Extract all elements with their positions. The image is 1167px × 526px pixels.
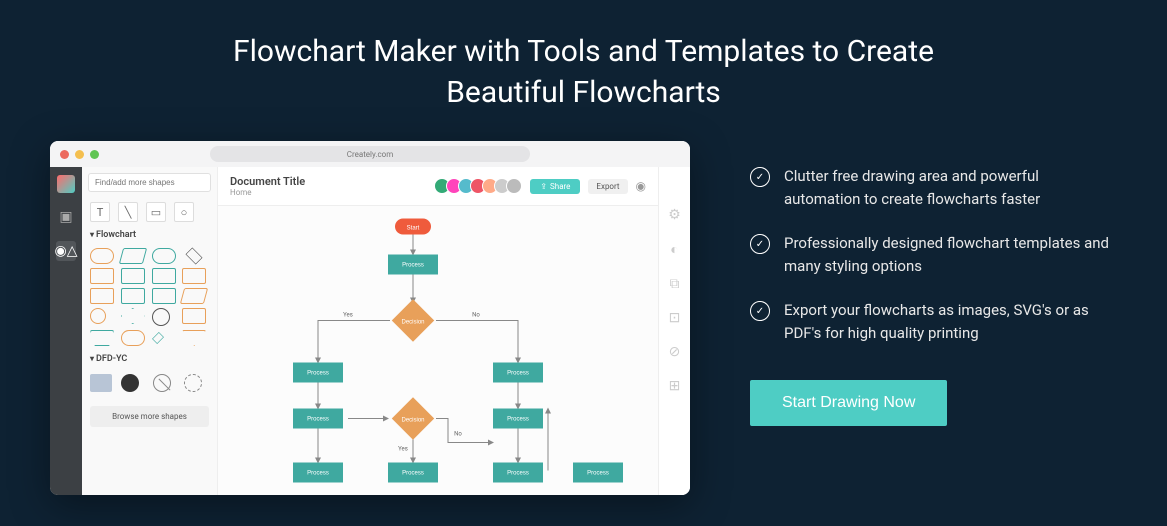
shape-data-icon[interactable] <box>119 248 147 264</box>
visibility-icon[interactable]: ◉ <box>636 179 646 193</box>
shape-alt-icon[interactable] <box>90 288 114 304</box>
feature-text: Export your flowcharts as images, SVG's … <box>784 299 1117 344</box>
svg-text:Process: Process <box>307 471 329 477</box>
feature-text: Professionally designed flowchart templa… <box>784 232 1117 277</box>
shape-card-icon[interactable] <box>182 268 206 284</box>
dfd-store-icon[interactable] <box>153 374 171 392</box>
maximize-icon <box>90 150 99 159</box>
document-title[interactable]: Document Title <box>230 175 430 188</box>
shape-subr-icon[interactable] <box>152 268 176 284</box>
category-dfd[interactable]: DFD-YC <box>82 350 217 368</box>
svg-text:Start: Start <box>407 226 420 232</box>
layers-icon[interactable]: ⧉ <box>670 276 680 292</box>
svg-text:Decision: Decision <box>401 418 424 424</box>
shape-para-icon[interactable] <box>180 288 208 304</box>
feature-item: ✓ Clutter free drawing area and powerful… <box>750 165 1117 210</box>
share-button[interactable]: ⇪Share <box>530 179 580 194</box>
export-button[interactable]: Export <box>588 179 627 194</box>
window-titlebar: Creately.com <box>50 141 690 167</box>
close-icon <box>60 150 69 159</box>
dfd-flow-icon[interactable] <box>184 374 202 392</box>
shape-pill-icon[interactable] <box>152 248 176 264</box>
svg-text:Process: Process <box>587 471 609 477</box>
svg-text:No: No <box>472 312 480 319</box>
svg-text:Process: Process <box>402 263 424 269</box>
shape-extract-icon[interactable] <box>182 330 206 346</box>
ellipse-tool-icon[interactable]: ○ <box>174 202 194 222</box>
flowchart-shapes <box>82 244 217 350</box>
shape-db-icon[interactable] <box>152 308 170 326</box>
shape-prep-icon[interactable] <box>152 332 164 344</box>
line-tool-icon[interactable]: ╲ <box>118 202 138 222</box>
feature-item: ✓ Professionally designed flowchart temp… <box>750 232 1117 277</box>
shape-terminator-icon[interactable] <box>90 248 114 264</box>
shapes-sidebar: T ╲ ▭ ○ Flowchart <box>82 167 218 495</box>
svg-text:Process: Process <box>307 371 329 377</box>
svg-text:Process: Process <box>507 417 529 423</box>
text-tool-icon[interactable]: T <box>90 202 110 222</box>
grid-icon[interactable]: ⊞ <box>669 378 681 394</box>
dfd-entity-icon[interactable] <box>90 374 112 392</box>
feature-text: Clutter free drawing area and powerful a… <box>784 165 1117 210</box>
breadcrumb[interactable]: Home <box>230 188 430 197</box>
category-flowchart[interactable]: Flowchart <box>82 226 217 244</box>
start-drawing-button[interactable]: Start Drawing Now <box>750 380 947 426</box>
check-icon: ✓ <box>750 167 770 187</box>
svg-text:Process: Process <box>507 471 529 477</box>
avatar[interactable] <box>506 178 522 194</box>
app-logo-icon <box>57 175 75 193</box>
right-rail: ⚙ ◐ ⧉ ⊡ ⊘ ⊞ <box>658 167 690 495</box>
feature-item: ✓ Export your flowcharts as images, SVG'… <box>750 299 1117 344</box>
page-title: Flowchart Maker with Tools and Templates… <box>224 32 944 113</box>
shape-rect-icon[interactable] <box>121 268 145 284</box>
svg-text:Yes: Yes <box>343 312 353 319</box>
lock-icon[interactable]: ⊡ <box>669 310 681 326</box>
shape-doc-icon[interactable] <box>121 288 145 304</box>
rect-tool-icon[interactable]: ▭ <box>146 202 166 222</box>
svg-text:Process: Process <box>307 417 329 423</box>
url-bar: Creately.com <box>210 146 530 162</box>
svg-text:Process: Process <box>507 371 529 377</box>
document-header: Document Title Home ⇪Share Export ◉ <box>218 167 658 205</box>
svg-text:No: No <box>454 431 462 438</box>
svg-text:Yes: Yes <box>398 446 408 453</box>
shape-decision-icon[interactable] <box>186 248 203 265</box>
shape-delay-icon[interactable] <box>182 308 206 324</box>
collaborator-avatars <box>438 178 522 194</box>
shape-process-icon[interactable] <box>90 268 114 284</box>
shape-manual-icon[interactable] <box>90 330 114 346</box>
svg-text:Process: Process <box>402 471 424 477</box>
dfd-process-icon[interactable] <box>121 374 139 392</box>
feature-list: ✓ Clutter free drawing area and powerful… <box>750 141 1117 426</box>
palette-icon[interactable]: ◐ <box>670 241 678 258</box>
shape-display-icon[interactable] <box>121 330 145 346</box>
shapes-icon[interactable]: ◉△ <box>56 241 76 261</box>
shape-sort-icon[interactable] <box>121 308 145 324</box>
shape-tag-icon[interactable] <box>152 288 176 304</box>
settings-icon[interactable]: ⚙ <box>668 207 681 223</box>
search-input[interactable] <box>88 173 211 192</box>
check-icon: ✓ <box>750 234 770 254</box>
minimize-icon <box>75 150 84 159</box>
app-screenshot: Creately.com ▣ ◉△ T ╲ ▭ ○ <box>50 141 690 495</box>
left-rail: ▣ ◉△ <box>50 167 82 495</box>
link-icon[interactable]: ⊘ <box>669 344 681 360</box>
svg-text:Decision: Decision <box>401 320 424 326</box>
flowchart-diagram: Start Process Decision Yes No Process <box>218 206 658 495</box>
image-icon[interactable]: ▣ <box>56 207 76 227</box>
shape-conn-icon[interactable] <box>90 308 106 324</box>
check-icon: ✓ <box>750 301 770 321</box>
drawing-canvas[interactable]: Start Process Decision Yes No Process <box>218 205 658 495</box>
browse-shapes-button[interactable]: Browse more shapes <box>90 406 209 427</box>
